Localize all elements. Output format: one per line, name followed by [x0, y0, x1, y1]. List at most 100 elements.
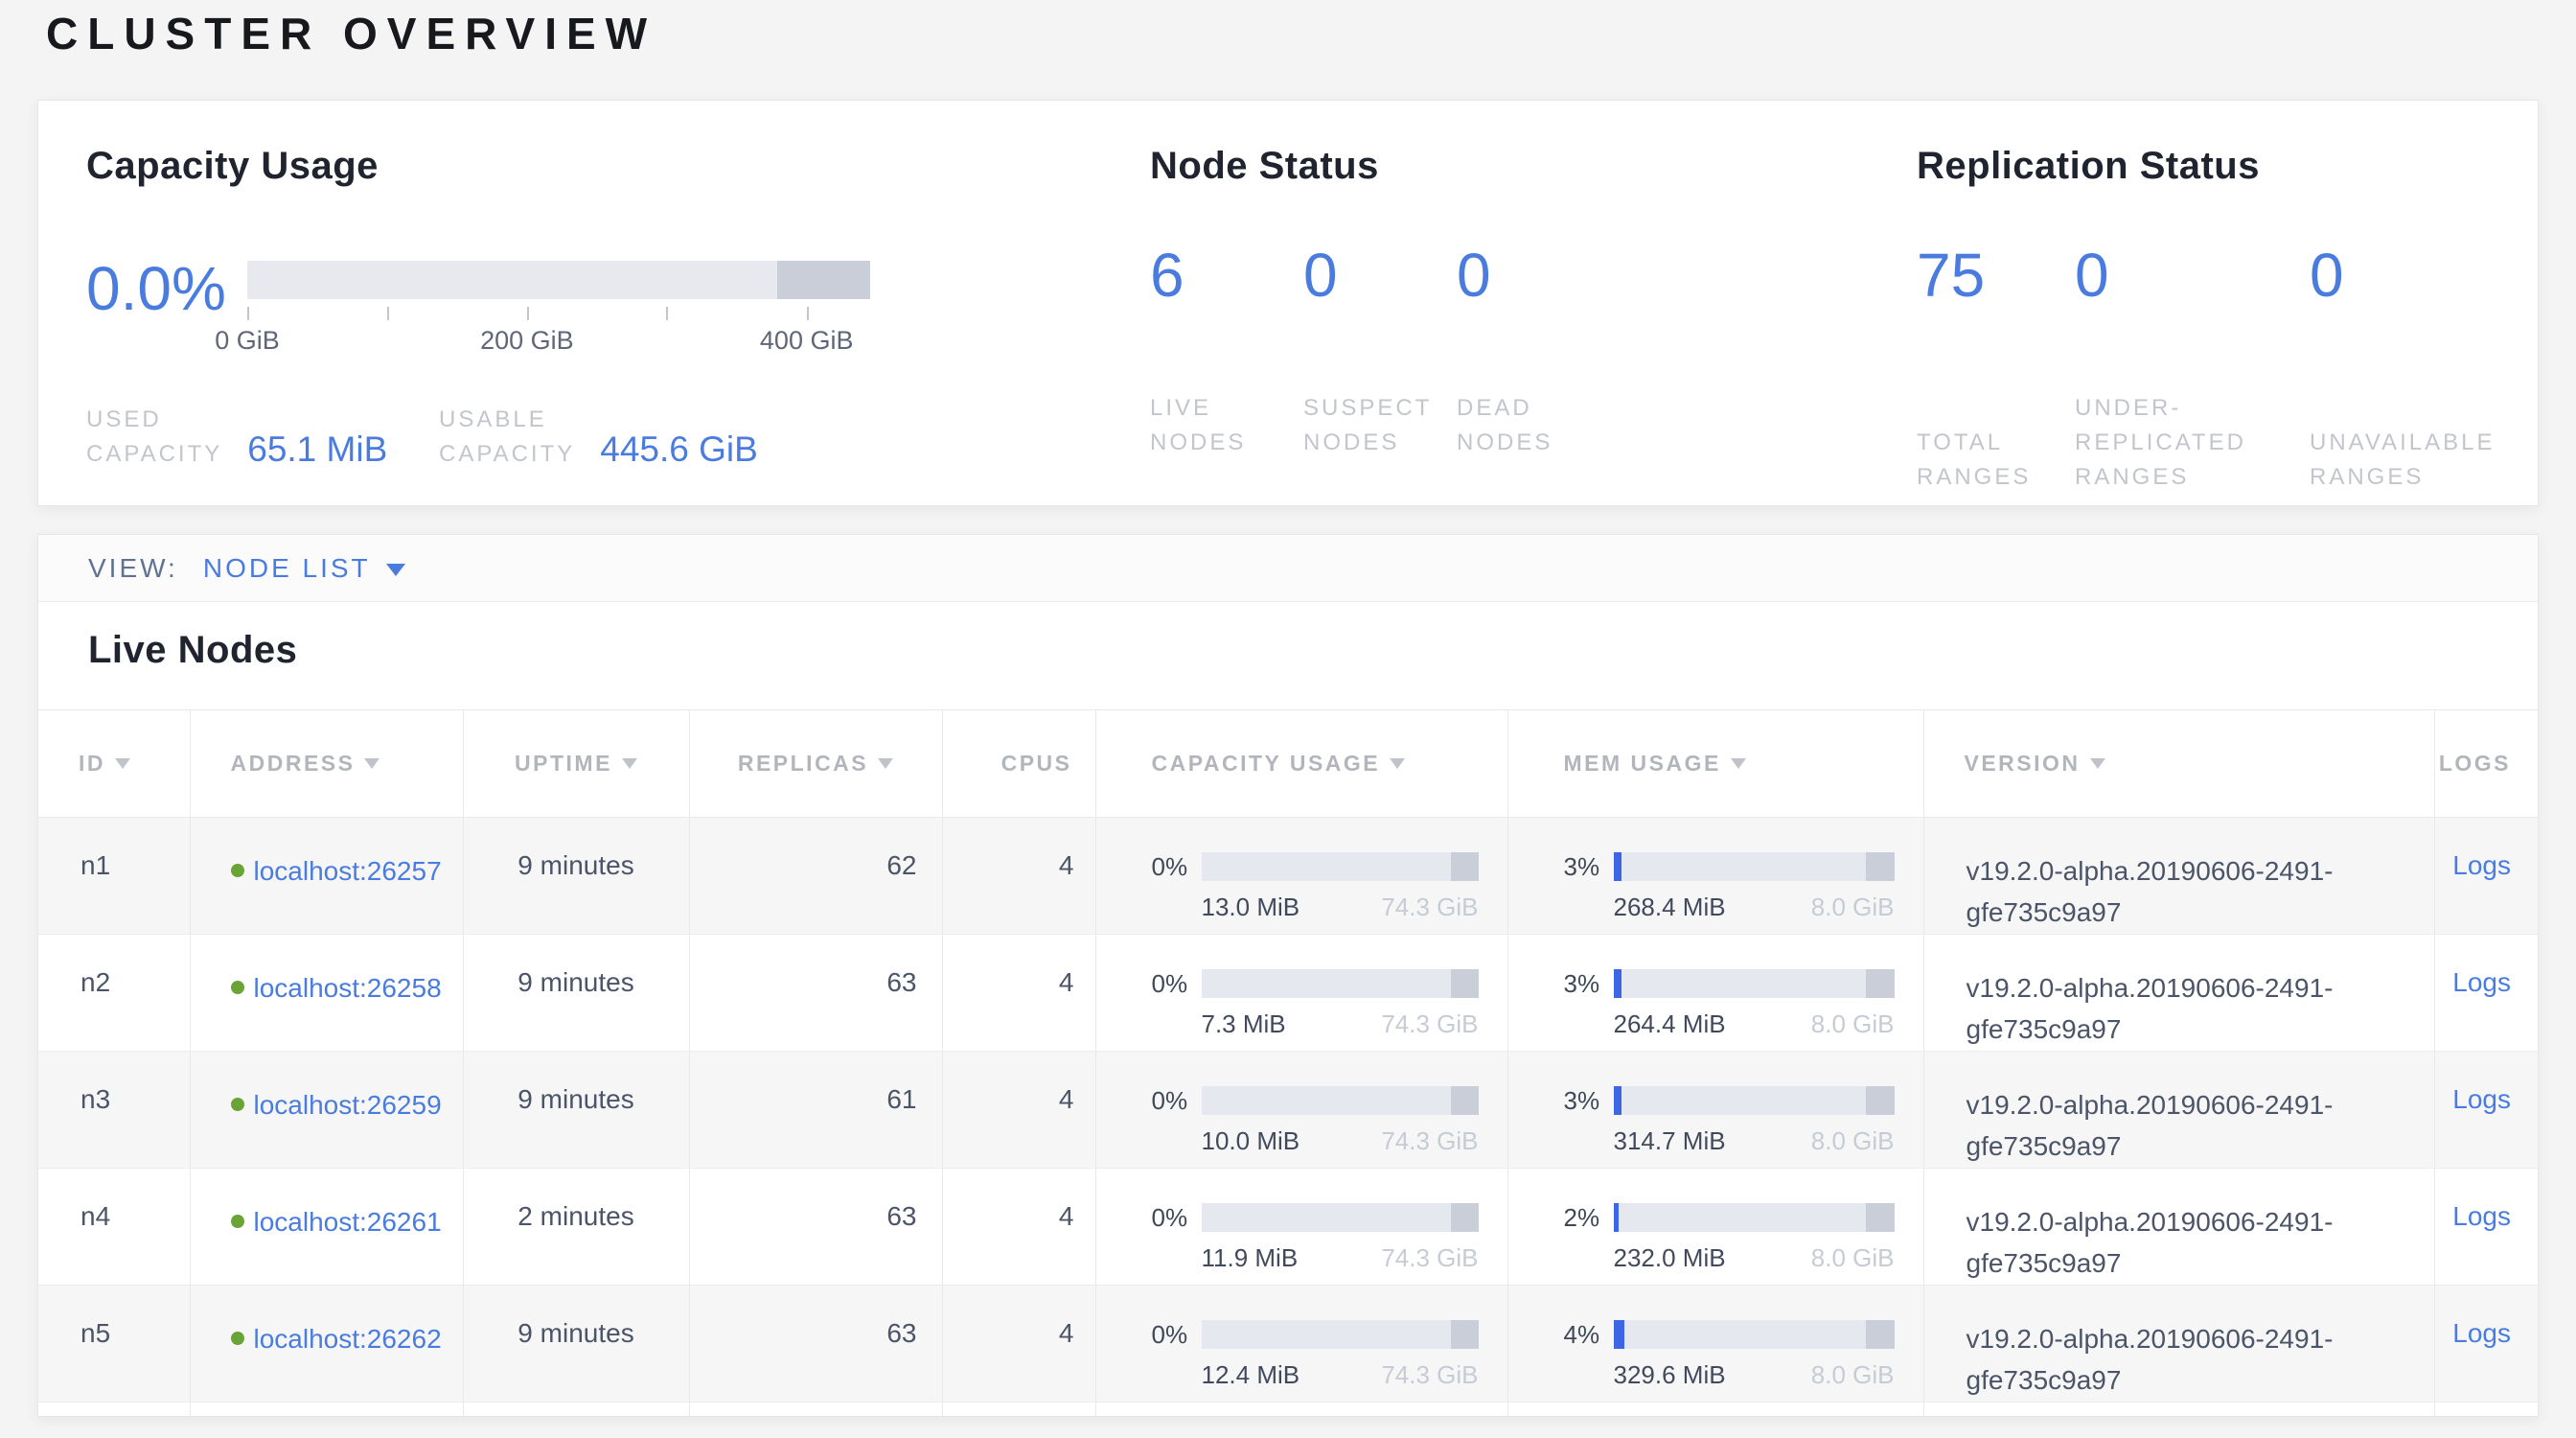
- node-id: n4: [38, 1169, 190, 1286]
- table-row-n3: n3 localhost:26259 9 minutes 61 4 0% 10.…: [38, 1052, 2539, 1169]
- table-row-n4: n4 localhost:26261 2 minutes 63 4 0% 11.…: [38, 1169, 2539, 1286]
- node-live-dot-icon: [231, 981, 244, 994]
- node-live-dot-icon: [231, 1098, 244, 1111]
- axis-tick-label: 400 GiB: [760, 326, 854, 356]
- node-address-link[interactable]: localhost:26257: [254, 856, 442, 886]
- column-header-capacity-usage[interactable]: CAPACITY USAGE: [1095, 710, 1507, 818]
- capacity-total-value: 74.3 GiB: [1381, 1360, 1478, 1390]
- capacity-usage-bar: [1202, 852, 1479, 881]
- capacity-usage-bar: [1202, 1320, 1479, 1349]
- mem-total-value: 8.0 GiB: [1811, 1126, 1895, 1156]
- logs-link[interactable]: Logs: [2452, 1084, 2511, 1114]
- axis-tick-label: 0 GiB: [215, 326, 280, 356]
- column-header-id[interactable]: ID: [38, 710, 190, 818]
- logs-link[interactable]: Logs: [2452, 1318, 2511, 1348]
- capacity-used-value: 10.0 MiB: [1202, 1126, 1300, 1156]
- node-cpus: 4: [942, 1286, 1095, 1403]
- usable-capacity-label: USABLE CAPACITY: [439, 403, 575, 472]
- node-address-link[interactable]: localhost:26262: [254, 1324, 442, 1354]
- unavailable-ranges-label: UNAVAILABLE RANGES: [2310, 426, 2499, 495]
- under-replicated-ranges-count: 0: [2075, 242, 2310, 309]
- live-nodes-title: Live Nodes: [88, 629, 2538, 672]
- sort-arrow-icon: [878, 758, 893, 769]
- mem-used-value: 232.0 MiB: [1614, 1243, 1726, 1273]
- logs-link[interactable]: Logs: [2452, 850, 2511, 880]
- node-live-dot-icon: [231, 1215, 244, 1228]
- capacity-axis: [247, 305, 870, 324]
- nodes-panel: VIEW: NODE LIST Live Nodes ID ADDRESS UP…: [37, 534, 2539, 1417]
- logs-link[interactable]: Logs: [2452, 967, 2511, 997]
- dead-nodes-count: 0: [1457, 242, 1917, 309]
- mem-total-value: 8.0 GiB: [1811, 1243, 1895, 1273]
- column-header-uptime[interactable]: UPTIME: [463, 710, 689, 818]
- node-address-link[interactable]: localhost:26258: [254, 973, 442, 1003]
- column-header-address[interactable]: ADDRESS: [190, 710, 463, 818]
- logs-link[interactable]: Logs: [2452, 1201, 2511, 1231]
- mem-total-value: 8.0 GiB: [1811, 1360, 1895, 1390]
- capacity-used-value: 12.4 MiB: [1202, 1360, 1300, 1390]
- capacity-usage-title: Capacity Usage: [86, 145, 1150, 188]
- capacity-used-value: 11.9 MiB: [1202, 1243, 1299, 1273]
- page-title: CLUSTER OVERVIEW: [46, 8, 656, 59]
- node-id: n3: [38, 1052, 190, 1169]
- node-replicas: 63: [689, 935, 942, 1052]
- capacity-usage-section: Capacity Usage 0.0%: [86, 145, 1150, 505]
- node-uptime: 2 minutes: [463, 1169, 689, 1286]
- column-header-version[interactable]: VERSION: [1923, 710, 2434, 818]
- node-replicas: 63: [689, 1286, 942, 1403]
- capacity-total-value: 74.3 GiB: [1381, 1009, 1478, 1039]
- node-address-link[interactable]: localhost:26261: [254, 1207, 442, 1237]
- capacity-pct: 0%: [1152, 1320, 1202, 1349]
- suspect-nodes-count: 0: [1303, 242, 1457, 309]
- mem-pct: 3%: [1564, 852, 1614, 881]
- node-address-link[interactable]: localhost:26259: [254, 1090, 442, 1120]
- live-nodes-label: LIVE NODES: [1150, 391, 1303, 460]
- under-replicated-ranges-label: UNDER- REPLICATED RANGES: [2075, 391, 2310, 495]
- node-uptime: 9 minutes: [463, 818, 689, 935]
- total-ranges-label: TOTAL RANGES: [1917, 426, 2075, 495]
- mem-pct: 4%: [1564, 1320, 1614, 1349]
- axis-tick: [387, 307, 389, 320]
- axis-tick: [666, 307, 668, 320]
- node-replicas: 61: [689, 1052, 942, 1169]
- view-selector-dropdown[interactable]: NODE LIST: [203, 553, 405, 584]
- capacity-bar-reserved-segment: [777, 261, 871, 299]
- node-version: v19.2.0-alpha.20190606-2491-gfe735c9a97: [1923, 1286, 2434, 1403]
- used-capacity-value: 65.1 MiB: [247, 430, 387, 472]
- column-header-replicas[interactable]: REPLICAS: [689, 710, 942, 818]
- capacity-bar: [247, 261, 870, 299]
- column-header-mem-usage[interactable]: MEM USAGE: [1507, 710, 1923, 818]
- mem-used-value: 329.6 MiB: [1614, 1360, 1726, 1390]
- capacity-used-value: 13.0 MiB: [1202, 893, 1300, 922]
- mem-pct: 3%: [1564, 969, 1614, 998]
- capacity-total-value: 74.3 GiB: [1381, 1126, 1478, 1156]
- node-replicas: 63: [689, 1169, 942, 1286]
- node-version: v19.2.0-alpha.20190606-2491-gfe735c9a97: [1923, 1169, 2434, 1286]
- mem-total-value: 8.0 GiB: [1811, 1009, 1895, 1039]
- summary-panel: Capacity Usage 0.0%: [37, 100, 2539, 506]
- node-version: v19.2.0-alpha.20190606-2491-gfe735c9a97: [1923, 935, 2434, 1052]
- capacity-pct: 0%: [1152, 852, 1202, 881]
- node-cpus: 4: [942, 1169, 1095, 1286]
- node-id: n2: [38, 935, 190, 1052]
- replication-status-title: Replication Status: [1917, 145, 2499, 188]
- capacity-total-value: 74.3 GiB: [1381, 1243, 1478, 1273]
- node-status-section: Node Status 6 0 0 LIVE NODES SUSPECT NOD…: [1150, 145, 1917, 505]
- view-selected-value: NODE LIST: [203, 553, 371, 584]
- sort-arrow-icon: [2090, 758, 2105, 769]
- node-replicas: 62: [689, 818, 942, 935]
- node-uptime: 9 minutes: [463, 1052, 689, 1169]
- capacity-pct: 0%: [1152, 1086, 1202, 1115]
- capacity-pct: 0%: [1152, 969, 1202, 998]
- mem-usage-bar: [1614, 969, 1895, 998]
- table-row-n5: n5 localhost:26262 9 minutes 63 4 0% 12.…: [38, 1286, 2539, 1403]
- view-bar: VIEW: NODE LIST: [38, 535, 2538, 602]
- axis-tick: [807, 307, 809, 320]
- mem-total-value: 8.0 GiB: [1811, 893, 1895, 922]
- node-version: v19.2.0-alpha.20190606-2491-gfe735c9a97: [1923, 818, 2434, 935]
- mem-pct: 3%: [1564, 1086, 1614, 1115]
- capacity-used-value: 7.3 MiB: [1202, 1009, 1286, 1039]
- node-status-title: Node Status: [1150, 145, 1917, 188]
- live-nodes-count: 6: [1150, 242, 1303, 309]
- mem-used-value: 314.7 MiB: [1614, 1126, 1726, 1156]
